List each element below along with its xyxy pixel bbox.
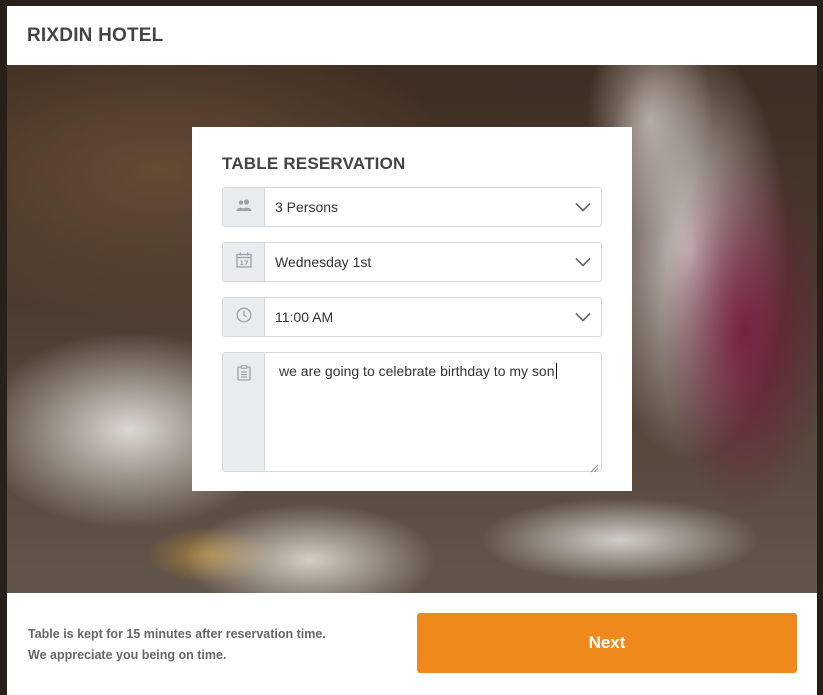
notes-icon bbox=[236, 365, 251, 386]
people-icon bbox=[236, 198, 252, 216]
reservation-card: TABLE RESERVATION 3 Persons 17 Wednesday… bbox=[192, 127, 632, 491]
persons-addon bbox=[223, 188, 265, 226]
notes-field[interactable]: we are going to celebrate birthday to my… bbox=[222, 352, 602, 473]
time-select-value[interactable]: 11:00 AM bbox=[265, 298, 601, 336]
reservation-title: TABLE RESERVATION bbox=[222, 154, 406, 173]
chevron-down-icon bbox=[575, 199, 591, 215]
text-cursor bbox=[555, 363, 557, 379]
chevron-down-icon bbox=[575, 254, 591, 270]
notes-value: we are going to celebrate birthday to my… bbox=[279, 363, 555, 379]
calendar-icon: 17 bbox=[235, 252, 252, 273]
notes-addon bbox=[223, 353, 265, 471]
footer-note-line-1: Table is kept for 15 minutes after reser… bbox=[28, 627, 326, 641]
svg-text:17: 17 bbox=[239, 259, 248, 267]
notes-textarea[interactable]: we are going to celebrate birthday to my… bbox=[265, 353, 601, 473]
time-select[interactable]: 11:00 AM bbox=[222, 297, 602, 337]
date-select-value[interactable]: Wednesday 1st bbox=[265, 243, 601, 281]
chevron-down-icon bbox=[575, 309, 591, 325]
date-value: Wednesday 1st bbox=[275, 254, 372, 270]
date-select[interactable]: 17 Wednesday 1st bbox=[222, 242, 602, 282]
hotel-title: RIXDIN HOTEL bbox=[27, 24, 164, 46]
persons-select[interactable]: 3 Persons bbox=[222, 187, 602, 227]
date-addon: 17 bbox=[223, 243, 265, 281]
clock-icon bbox=[236, 307, 252, 328]
footer-note-line-2: We appreciate you being on time. bbox=[28, 648, 227, 662]
persons-select-value[interactable]: 3 Persons bbox=[265, 188, 601, 226]
footer-note: Table is kept for 15 minutes after reser… bbox=[28, 624, 326, 666]
time-addon bbox=[223, 298, 265, 336]
next-button[interactable]: Next bbox=[417, 613, 797, 673]
time-value: 11:00 AM bbox=[275, 309, 334, 325]
page-header: RIXDIN HOTEL bbox=[7, 6, 817, 65]
persons-value: 3 Persons bbox=[275, 199, 339, 215]
page-footer: Table is kept for 15 minutes after reser… bbox=[7, 593, 817, 695]
resize-handle-icon[interactable] bbox=[590, 460, 599, 473]
